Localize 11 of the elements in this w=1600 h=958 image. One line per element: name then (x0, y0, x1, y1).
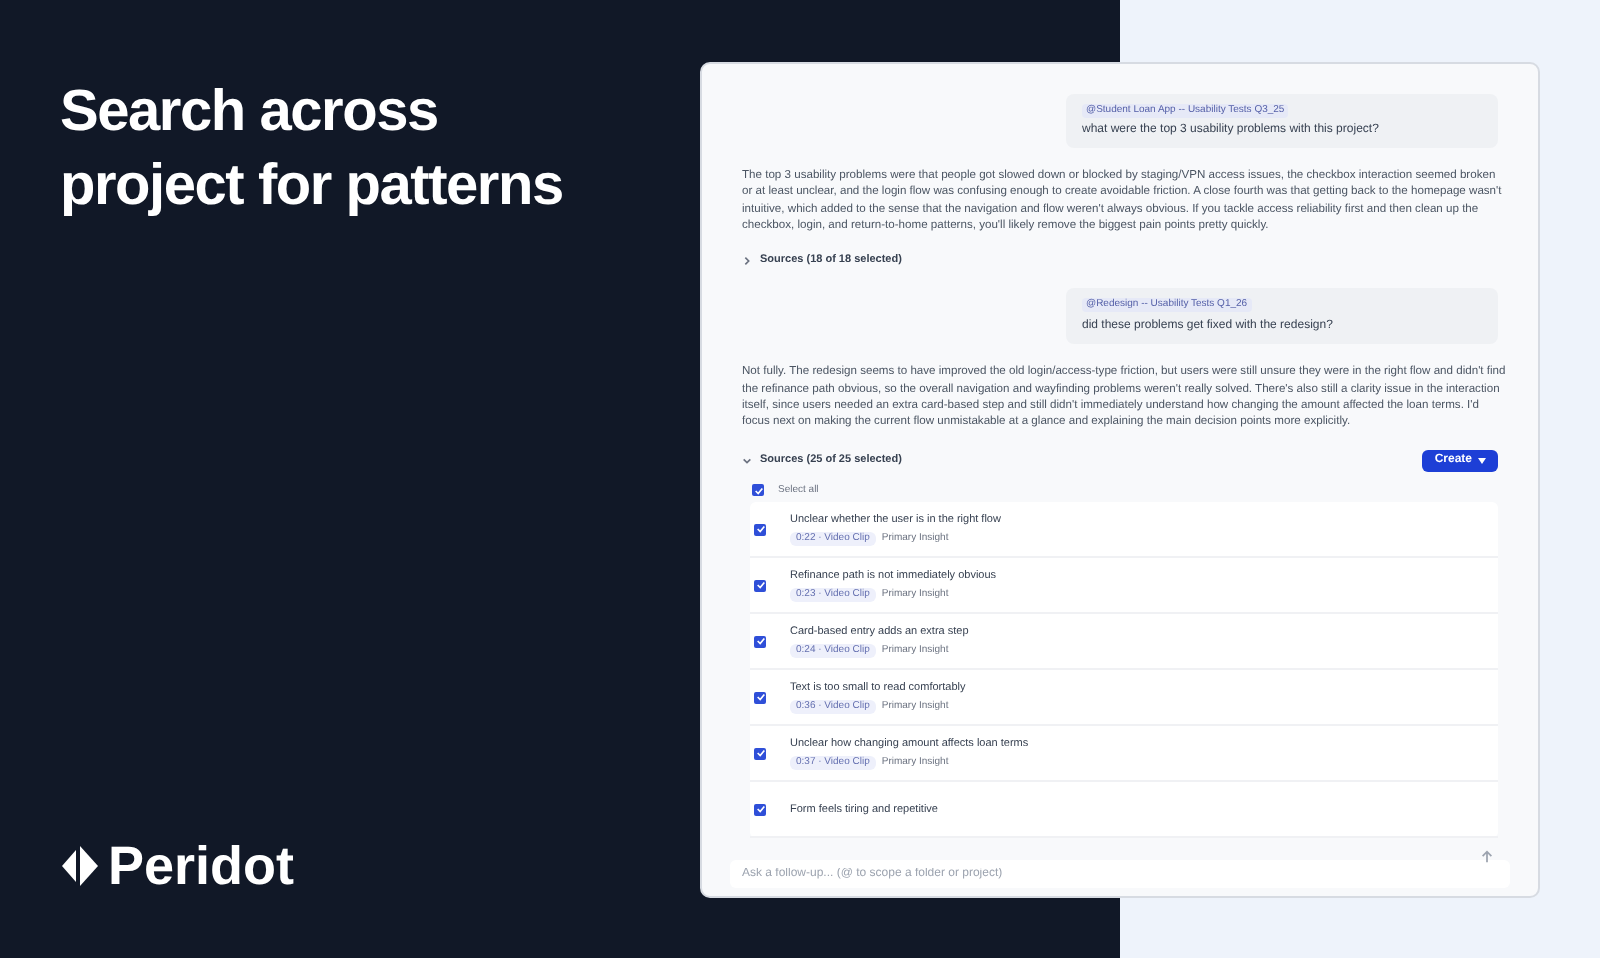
checkbox[interactable] (754, 523, 766, 536)
checkbox[interactable] (752, 484, 764, 497)
diamond-logo-icon (60, 844, 100, 888)
brand-name: Peridot (108, 836, 295, 896)
checkbox[interactable] (754, 803, 766, 816)
checkbox[interactable] (754, 635, 766, 648)
caret-icon (1478, 457, 1486, 464)
checkbox[interactable] (754, 747, 766, 760)
checkbox[interactable] (754, 579, 766, 592)
headline: Search across project for patterns (60, 78, 565, 222)
checkbox[interactable] (754, 691, 766, 704)
